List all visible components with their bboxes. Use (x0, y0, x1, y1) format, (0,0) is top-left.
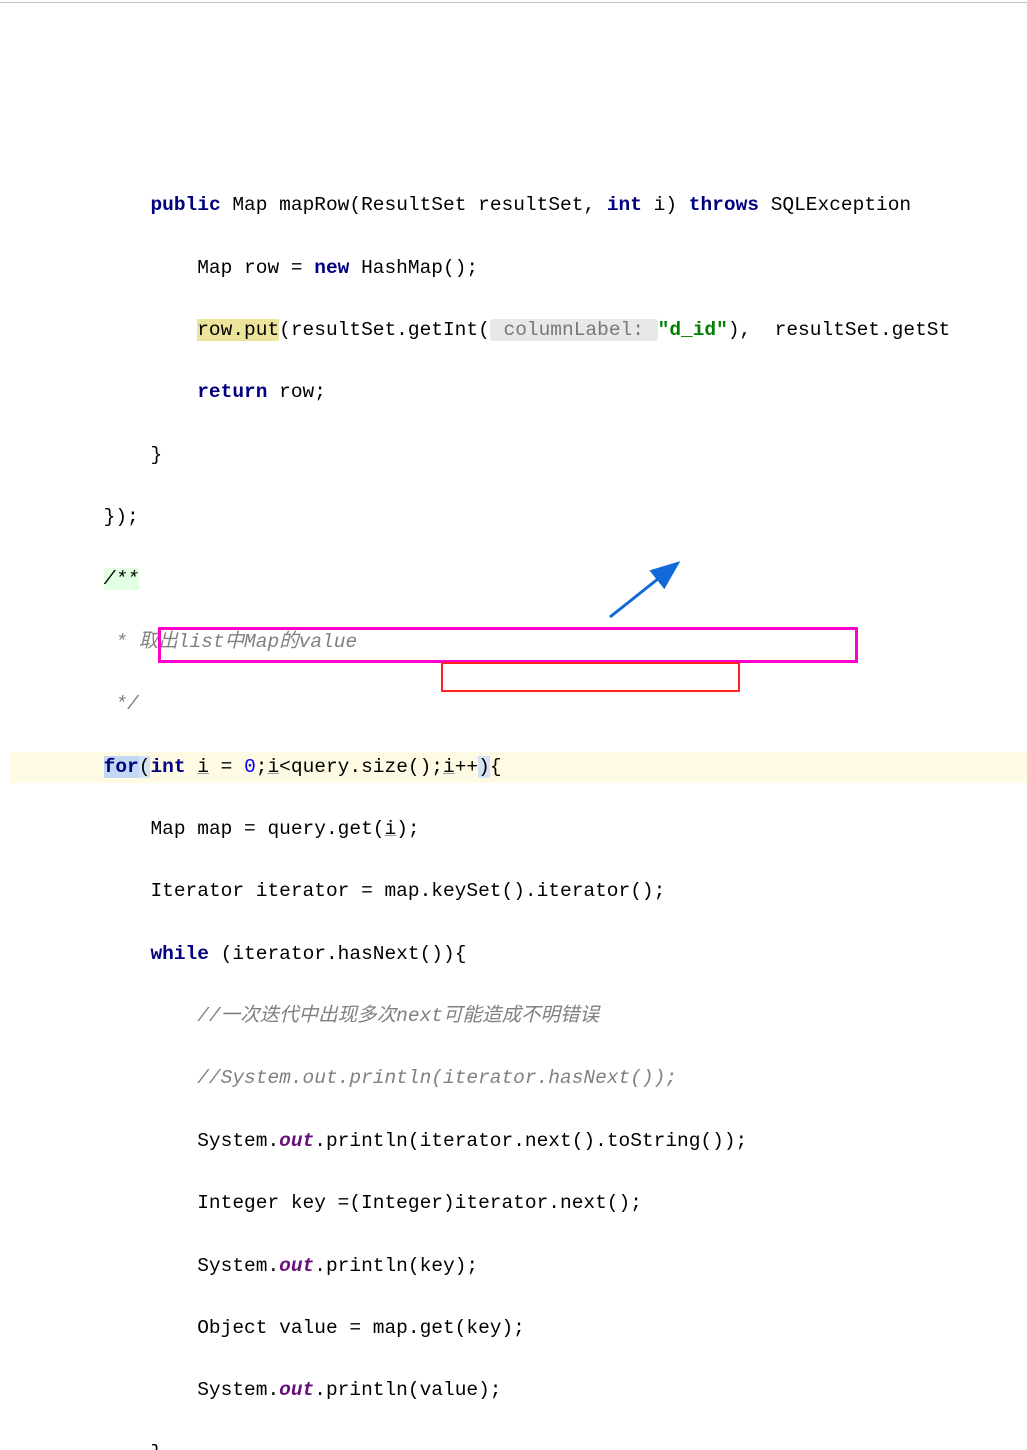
keyword-while: while (150, 943, 209, 965)
code-line[interactable]: Iterator iterator = map.keySet().iterato… (10, 876, 1027, 907)
keyword-throws: throws (689, 194, 759, 216)
code-line[interactable]: //System.out.println(iterator.hasNext())… (10, 1063, 1027, 1094)
keyword-new: new (314, 257, 349, 279)
code-line[interactable]: /** (10, 564, 1027, 595)
annotation-red-box (441, 662, 740, 692)
static-field: out (279, 1379, 314, 1401)
code-line[interactable]: } (10, 1438, 1027, 1450)
code-line[interactable]: row.put(resultSet.getInt( columnLabel: "… (10, 315, 1027, 346)
code-line[interactable]: //一次迭代中出现多次next可能造成不明错误 (10, 1001, 1027, 1032)
doc-comment-end: */ (115, 693, 138, 715)
keyword-public: public (150, 194, 220, 216)
code-line[interactable]: Map map = query.get(i); (10, 814, 1027, 845)
number-literal: 0 (244, 756, 256, 778)
code-line[interactable]: */ (10, 689, 1027, 720)
static-field: out (279, 1255, 314, 1277)
code-line[interactable]: Object value = map.get(key); (10, 1313, 1027, 1344)
code-line[interactable]: return row; (10, 377, 1027, 408)
keyword-int: int (150, 756, 185, 778)
keyword-for: for (104, 756, 139, 778)
doc-comment: * 取出list中Map的value (115, 631, 357, 653)
keyword-int: int (607, 194, 642, 216)
code-line[interactable]: * 取出list中Map的value (10, 627, 1027, 658)
highlighted-call: row.put (197, 319, 279, 341)
code-line[interactable]: System.out.println(iterator.next().toStr… (10, 1126, 1027, 1157)
keyword-return: return (197, 381, 267, 403)
code-line[interactable]: public Map mapRow(ResultSet resultSet, i… (10, 190, 1027, 221)
code-line[interactable]: } (10, 440, 1027, 471)
string-literal: "d_id" (658, 319, 728, 341)
code-line[interactable]: }); (10, 502, 1027, 533)
code-line[interactable]: while (iterator.hasNext()){ (10, 939, 1027, 970)
code-line[interactable]: System.out.println(key); (10, 1251, 1027, 1282)
code-editor[interactable]: public Map mapRow(ResultSet resultSet, i… (0, 159, 1027, 1450)
doc-comment-start: /** (104, 568, 139, 590)
code-line-current[interactable]: for(int i = 0;i<query.size();i++){ (10, 752, 1027, 783)
comment: //System.out.println(iterator.hasNext())… (197, 1067, 677, 1089)
code-line[interactable]: System.out.println(value); (10, 1375, 1027, 1406)
static-field: out (279, 1130, 314, 1152)
code-line[interactable]: Integer key =(Integer)iterator.next(); (10, 1188, 1027, 1219)
parameter-hint: columnLabel: (490, 319, 658, 341)
code-line[interactable]: Map row = new HashMap(); (10, 253, 1027, 284)
comment: //一次迭代中出现多次next可能造成不明错误 (197, 1005, 599, 1027)
